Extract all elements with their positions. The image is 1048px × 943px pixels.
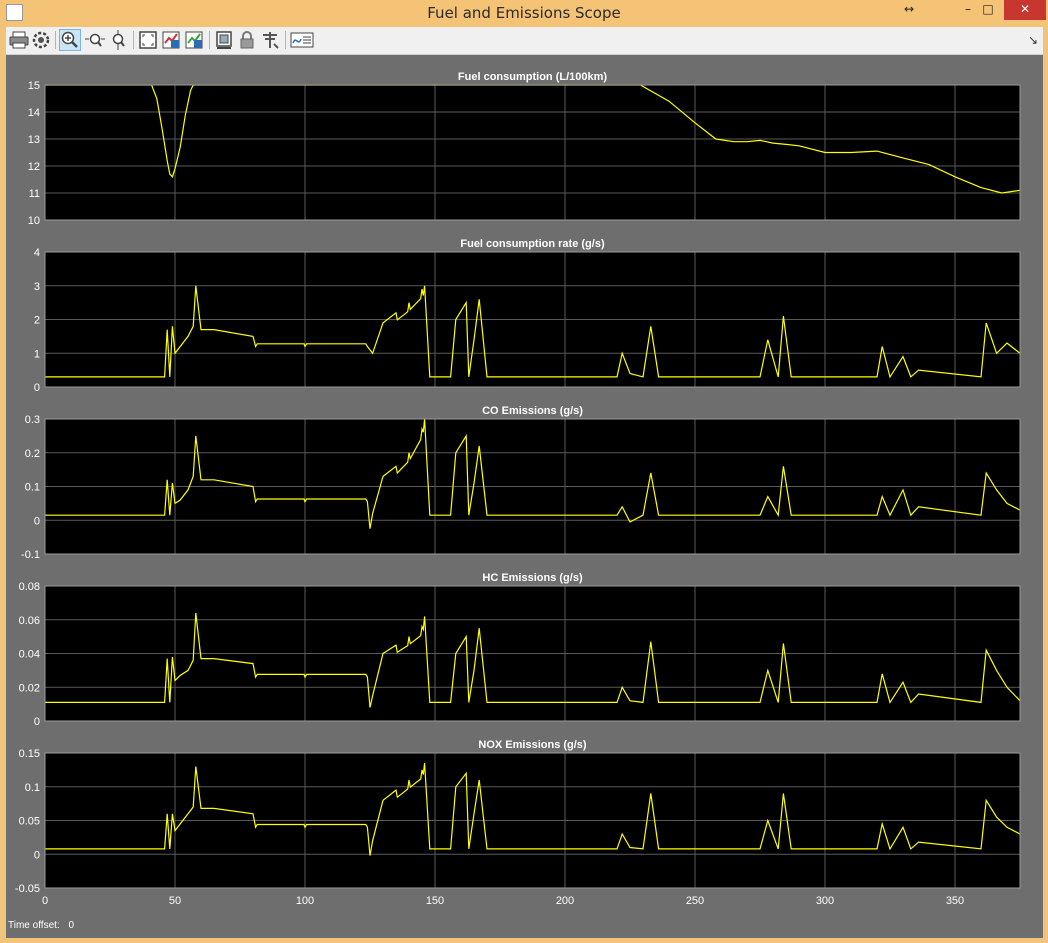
- y-tick-label: 14: [28, 107, 40, 119]
- scope-toolbar: ↘: [6, 27, 1043, 55]
- y-tick-label: 0.05: [19, 816, 40, 828]
- y-tick-label: 4: [34, 247, 40, 259]
- y-tick-label: 0.2: [25, 448, 40, 460]
- toolbar-separator: [55, 31, 56, 49]
- save-axes-icon[interactable]: [160, 29, 182, 51]
- x-tick-label: 350: [946, 895, 964, 907]
- print-icon[interactable]: [8, 29, 30, 51]
- x-tick-label: 250: [686, 895, 704, 907]
- y-tick-label: 0.02: [19, 682, 40, 694]
- plot-title-4: HC Emissions (g/s): [482, 572, 583, 584]
- y-tick-label: 0: [34, 849, 40, 861]
- y-tick-label: 12: [28, 161, 40, 173]
- y-tick-label: 3: [34, 281, 40, 293]
- x-tick-label: 100: [296, 895, 314, 907]
- x-tick-label: 150: [426, 895, 444, 907]
- toolbar-separator: [209, 31, 210, 49]
- y-tick-label: 11: [29, 188, 40, 200]
- y-tick-label: 10: [28, 215, 40, 227]
- y-tick-label: -0.1: [21, 549, 40, 561]
- y-tick-label: 1: [34, 348, 40, 360]
- toolbar-separator: [133, 31, 134, 49]
- lock-axes-icon[interactable]: [236, 29, 258, 51]
- y-tick-label: 0: [34, 515, 40, 527]
- zoom-x-icon[interactable]: [84, 29, 106, 51]
- plot-title-2: Fuel consumption rate (g/s): [460, 238, 605, 250]
- plot-title-5: NOX Emissions (g/s): [478, 739, 587, 751]
- scope-plots: Fuel consumption (L/100km)151413121110Fu…: [15, 71, 1021, 907]
- y-tick-label: 0: [34, 716, 40, 728]
- zoom-y-icon[interactable]: [107, 29, 129, 51]
- y-tick-label: 2: [34, 315, 40, 327]
- y-tick-label: 0.15: [19, 748, 40, 760]
- y-tick-label: 0.3: [25, 414, 40, 426]
- y-tick-label: 0.04: [19, 649, 40, 661]
- plot-area-1: [45, 85, 1020, 220]
- time-offset-status: Time offset: 0: [8, 920, 74, 931]
- zoom-in-icon[interactable]: [59, 29, 81, 51]
- plot-title-3: CO Emissions (g/s): [482, 405, 583, 417]
- y-tick-label: 0.08: [19, 581, 40, 593]
- x-tick-label: 200: [556, 895, 574, 907]
- y-tick-label: 13: [28, 134, 40, 146]
- window-bottom-frame: [0, 938, 1048, 943]
- close-button[interactable]: ✕: [1004, 0, 1046, 20]
- x-tick-label: 300: [816, 895, 834, 907]
- y-tick-label: 0: [34, 382, 40, 394]
- toolbar-separator: [285, 31, 286, 49]
- scope-figure: Fuel consumption (L/100km) 15 14 13 12 11 10 Fu…: [6, 55, 1043, 938]
- toolbar-corner-arrow-icon[interactable]: ↘: [1028, 33, 1038, 47]
- autoscale-icon[interactable]: [137, 29, 159, 51]
- maximize-button[interactable]: □: [975, 0, 1001, 20]
- floating-scope-icon[interactable]: [213, 29, 235, 51]
- window-titlebar: Fuel and Emissions Scope ↔ – □ ✕: [0, 0, 1048, 26]
- y-tick-label: -0.05: [15, 883, 40, 895]
- x-tick-label: 0: [42, 895, 48, 907]
- signal-selection-icon[interactable]: [259, 29, 281, 51]
- plot-title-1: Fuel consumption (L/100km): [458, 71, 607, 83]
- time-offset-value: 0: [68, 920, 75, 931]
- y-tick-label: 0.1: [25, 482, 40, 494]
- dock-button[interactable]: ↔: [896, 0, 922, 20]
- settings-icon[interactable]: [30, 29, 52, 51]
- y-tick-label: 15: [28, 80, 40, 92]
- y-tick-label: 0.06: [19, 615, 40, 627]
- window-title: Fuel and Emissions Scope: [427, 4, 621, 22]
- restore-axes-icon[interactable]: [183, 29, 205, 51]
- y-tick-label: 0.1: [25, 782, 40, 794]
- x-tick-label: 50: [169, 895, 181, 907]
- time-offset-label: Time offset:: [8, 920, 60, 931]
- legend-icon[interactable]: [289, 29, 315, 51]
